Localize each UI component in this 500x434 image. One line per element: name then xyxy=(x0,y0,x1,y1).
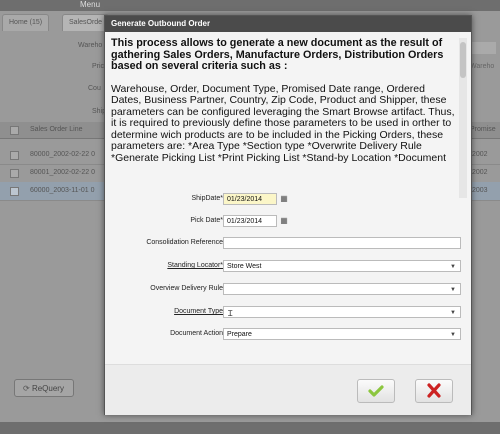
chevron-down-icon: ▼ xyxy=(450,264,456,270)
calendar-icon[interactable]: ▦ xyxy=(279,193,289,204)
chevron-down-icon: ▼ xyxy=(450,310,456,316)
row-date: /2002 xyxy=(470,169,488,176)
top-bar: Menu xyxy=(0,0,500,11)
overview-delivery-select[interactable]: ▼ xyxy=(223,283,461,295)
consolidation-label: Consolidation Reference xyxy=(146,239,223,246)
close-icon xyxy=(427,383,441,398)
standing-locator-label[interactable]: Standing Locator* xyxy=(167,262,223,269)
requery-button[interactable]: ⟳ ReQuery xyxy=(14,379,74,397)
standing-locator-row: Standing Locator* Store West ▼ xyxy=(105,260,471,274)
tab-home[interactable]: Home (15) xyxy=(2,14,50,31)
ship-date-row: ShipDate* 01/23/2014 ▦ xyxy=(105,193,471,207)
document-type-select[interactable]: Ɪ ▼ xyxy=(223,306,461,318)
consolidation-row: Consolidation Reference xyxy=(105,237,471,251)
ship-date-label: ShipDate* xyxy=(191,195,223,202)
generate-outbound-order-dialog: Generate Outbound Order This process all… xyxy=(104,15,472,415)
country-label: Cou xyxy=(88,85,101,92)
price-label: Pric xyxy=(92,63,105,70)
grid-header-label: Sales Order Line xyxy=(30,126,83,133)
overview-delivery-label: Overview Delivery Rule xyxy=(150,285,223,292)
ship-date-input[interactable]: 01/23/2014 xyxy=(223,193,277,205)
refresh-icon: ⟳ xyxy=(23,384,32,393)
select-all-checkbox[interactable] xyxy=(10,126,19,135)
row-date: /2003 xyxy=(470,187,488,194)
description-intro: This process allows to generate a new do… xyxy=(111,38,444,72)
row-checkbox[interactable] xyxy=(10,151,19,160)
row-checkbox[interactable] xyxy=(10,169,19,178)
scrollbar-thumb[interactable] xyxy=(460,42,466,78)
pick-date-input[interactable]: 01/23/2014 xyxy=(223,215,277,227)
description-scrollbar[interactable] xyxy=(459,38,467,198)
warehouse-label: Wareho xyxy=(78,42,103,49)
menu-link[interactable]: Menu xyxy=(80,0,100,9)
overview-delivery-row: Overview Delivery Rule ▼ xyxy=(105,283,471,297)
document-action-value: Prepare xyxy=(227,331,252,338)
dialog-footer xyxy=(105,364,471,415)
row-label: 60000_2003-11-01 0 xyxy=(30,187,95,194)
dialog-title: Generate Outbound Order xyxy=(105,16,471,32)
pick-date-row: Pick Date* 01/23/2014 ▦ xyxy=(105,215,471,229)
description-body: Warehouse, Order, Document Type, Promise… xyxy=(111,82,455,164)
ok-button[interactable] xyxy=(357,379,395,403)
chevron-down-icon: ▼ xyxy=(450,287,456,293)
document-action-select[interactable]: Prepare ▼ xyxy=(223,328,461,340)
pick-date-label: Pick Date* xyxy=(190,217,223,224)
process-description: This process allows to generate a new do… xyxy=(111,38,457,198)
cancel-button[interactable] xyxy=(415,379,453,403)
row-date: /2002 xyxy=(470,151,488,158)
status-bar xyxy=(0,422,500,434)
requery-label: ReQuery xyxy=(31,384,64,393)
consolidation-reference-input[interactable] xyxy=(223,237,461,249)
text-cursor-icon: Ɪ xyxy=(228,309,233,318)
standing-locator-select[interactable]: Store West ▼ xyxy=(223,260,461,272)
document-type-label[interactable]: Document Type xyxy=(174,308,223,315)
warehouse-field[interactable] xyxy=(470,42,496,54)
row-label: 80001_2002-02-22 0 xyxy=(30,169,96,176)
standing-locator-value: Store West xyxy=(227,263,262,270)
row-checkbox-checked[interactable] xyxy=(10,187,19,196)
chevron-down-icon: ▼ xyxy=(450,332,456,338)
tab-sales-order[interactable]: SalesOrde xyxy=(62,14,110,31)
row-label: 80000_2002-02-22 0 xyxy=(30,151,96,158)
grid-header-promise: Promise xyxy=(470,126,496,133)
document-action-label: Document Action xyxy=(170,330,223,337)
document-type-row: Document Type Ɪ ▼ xyxy=(105,306,471,320)
calendar-icon[interactable]: ▦ xyxy=(279,215,289,226)
bg-right-text-1: Wareho xyxy=(470,63,495,70)
document-action-row: Document Action Prepare ▼ xyxy=(105,328,471,342)
checkmark-icon xyxy=(368,385,384,397)
